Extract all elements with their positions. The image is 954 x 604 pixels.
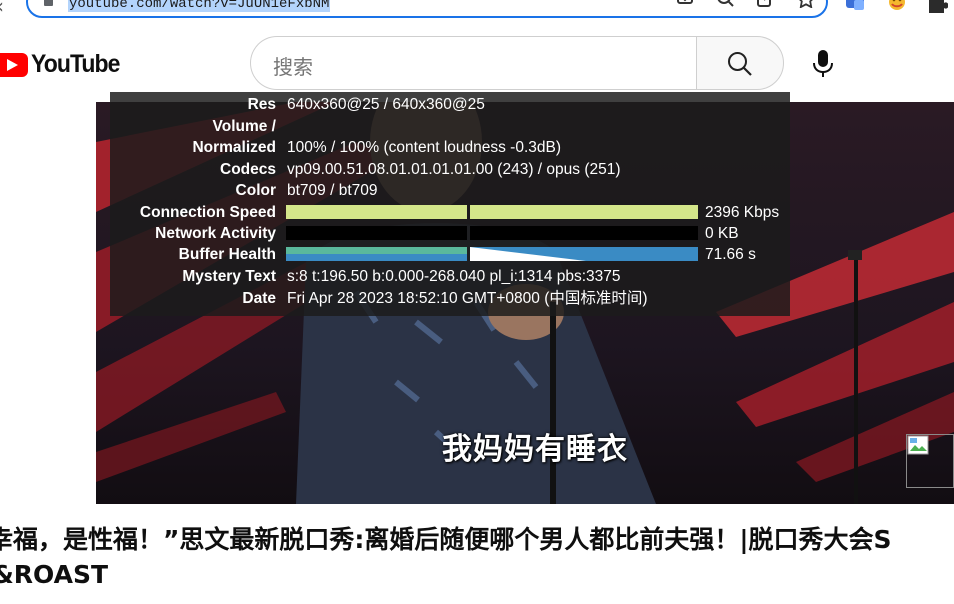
stats-row-volume: Volume / [110, 116, 790, 137]
broken-image-icon [906, 434, 954, 488]
stats-value: vp09.00.51.08.01.01.01.01.00 (243) / opu… [287, 161, 621, 178]
stats-value: 0 KB [705, 225, 739, 242]
stats-row-network-activity: Network Activity 0 KB [110, 223, 790, 244]
stats-value: Fri Apr 28 2023 18:52:10 GMT+0800 (中国标准时… [287, 290, 648, 307]
stats-value: bt709 / bt709 [287, 182, 378, 199]
stats-label: Volume / [212, 118, 276, 135]
install-app-icon[interactable] [676, 0, 696, 8]
stats-value: 100% / 100% (content loudness -0.3dB) [287, 139, 562, 156]
stats-label: Res [247, 96, 276, 113]
address-bar[interactable]: youtube.com/watch?v=JuUN1eFxbNM [26, 0, 828, 18]
connection-speed-graph [286, 205, 698, 219]
video-title: 幸福，是性福！”思文最新脱口秀:离婚后随便哪个男人都比前夫强！|脱口秀大会S [0, 525, 892, 554]
stats-label: Codecs [220, 161, 276, 178]
stats-label: Network Activity [155, 225, 276, 242]
site-info-icon[interactable] [44, 0, 53, 6]
extensions-puzzle-icon[interactable] [926, 0, 948, 16]
stats-value: 71.66 s [705, 246, 756, 263]
stats-row-normalized: Normalized 100% / 100% (content loudness… [110, 137, 790, 158]
network-activity-graph [286, 226, 698, 240]
stats-row-color: Color bt709 / bt709 [110, 180, 790, 201]
extension-emoji-icon[interactable] [886, 0, 908, 16]
search-placeholder: 搜索 [273, 57, 313, 79]
stats-label: Date [242, 290, 276, 307]
extension-translate-icon[interactable] [844, 0, 866, 16]
microphone-icon [813, 50, 833, 77]
search-input[interactable]: 搜索 [250, 36, 697, 90]
stats-row-codecs: Codecs vp09.00.51.08.01.01.01.01.00 (243… [110, 159, 790, 180]
stats-value: 2396 Kbps [705, 204, 780, 221]
stats-row-buffer-health: Buffer Health 71.66 s [110, 244, 790, 265]
stats-label: Buffer Health [178, 246, 276, 263]
zoom-icon[interactable] [716, 0, 736, 8]
stats-row-date: Date Fri Apr 28 2023 18:52:10 GMT+0800 (… [110, 288, 790, 309]
video-title-continued: &ROAST [0, 560, 109, 589]
url-text[interactable]: youtube.com/watch?v=JuUN1eFxbNM [68, 0, 331, 12]
youtube-play-icon [0, 52, 28, 77]
search-icon [728, 52, 752, 76]
stats-for-nerds-panel: Res 640x360@25 / 640x360@25 Volume / Nor… [110, 92, 790, 316]
stats-value: 640x360@25 / 640x360@25 [287, 96, 485, 113]
stats-value: s:8 t:196.50 b:0.000-268.040 pl_i:1314 p… [287, 268, 621, 285]
stats-label: Color [235, 182, 276, 199]
back-chevron-icon[interactable]: ‹ [0, 0, 4, 18]
stats-label: Connection Speed [139, 204, 276, 221]
stats-label: Normalized [192, 139, 276, 156]
youtube-logo[interactable]: YouTube [0, 50, 127, 79]
stats-row-connection-speed: Connection Speed 2396 Kbps [110, 202, 790, 223]
share-icon[interactable] [756, 0, 776, 8]
stats-label: Mystery Text [182, 268, 276, 285]
browser-toolbar: ‹ youtube.com/watch?v=JuUN1eFxbNM [0, 0, 954, 22]
buffer-health-graph [286, 247, 698, 261]
stats-row-mystery-text: Mystery Text s:8 t:196.50 b:0.000-268.04… [110, 266, 790, 287]
voice-search-button[interactable] [804, 44, 842, 82]
youtube-wordmark: YouTube [31, 50, 120, 78]
bookmark-star-icon[interactable] [796, 0, 816, 8]
search-button[interactable] [696, 36, 784, 90]
stats-row-res: Res 640x360@25 / 640x360@25 [110, 94, 790, 115]
video-subtitle: 我妈妈有睡衣 [442, 432, 628, 467]
